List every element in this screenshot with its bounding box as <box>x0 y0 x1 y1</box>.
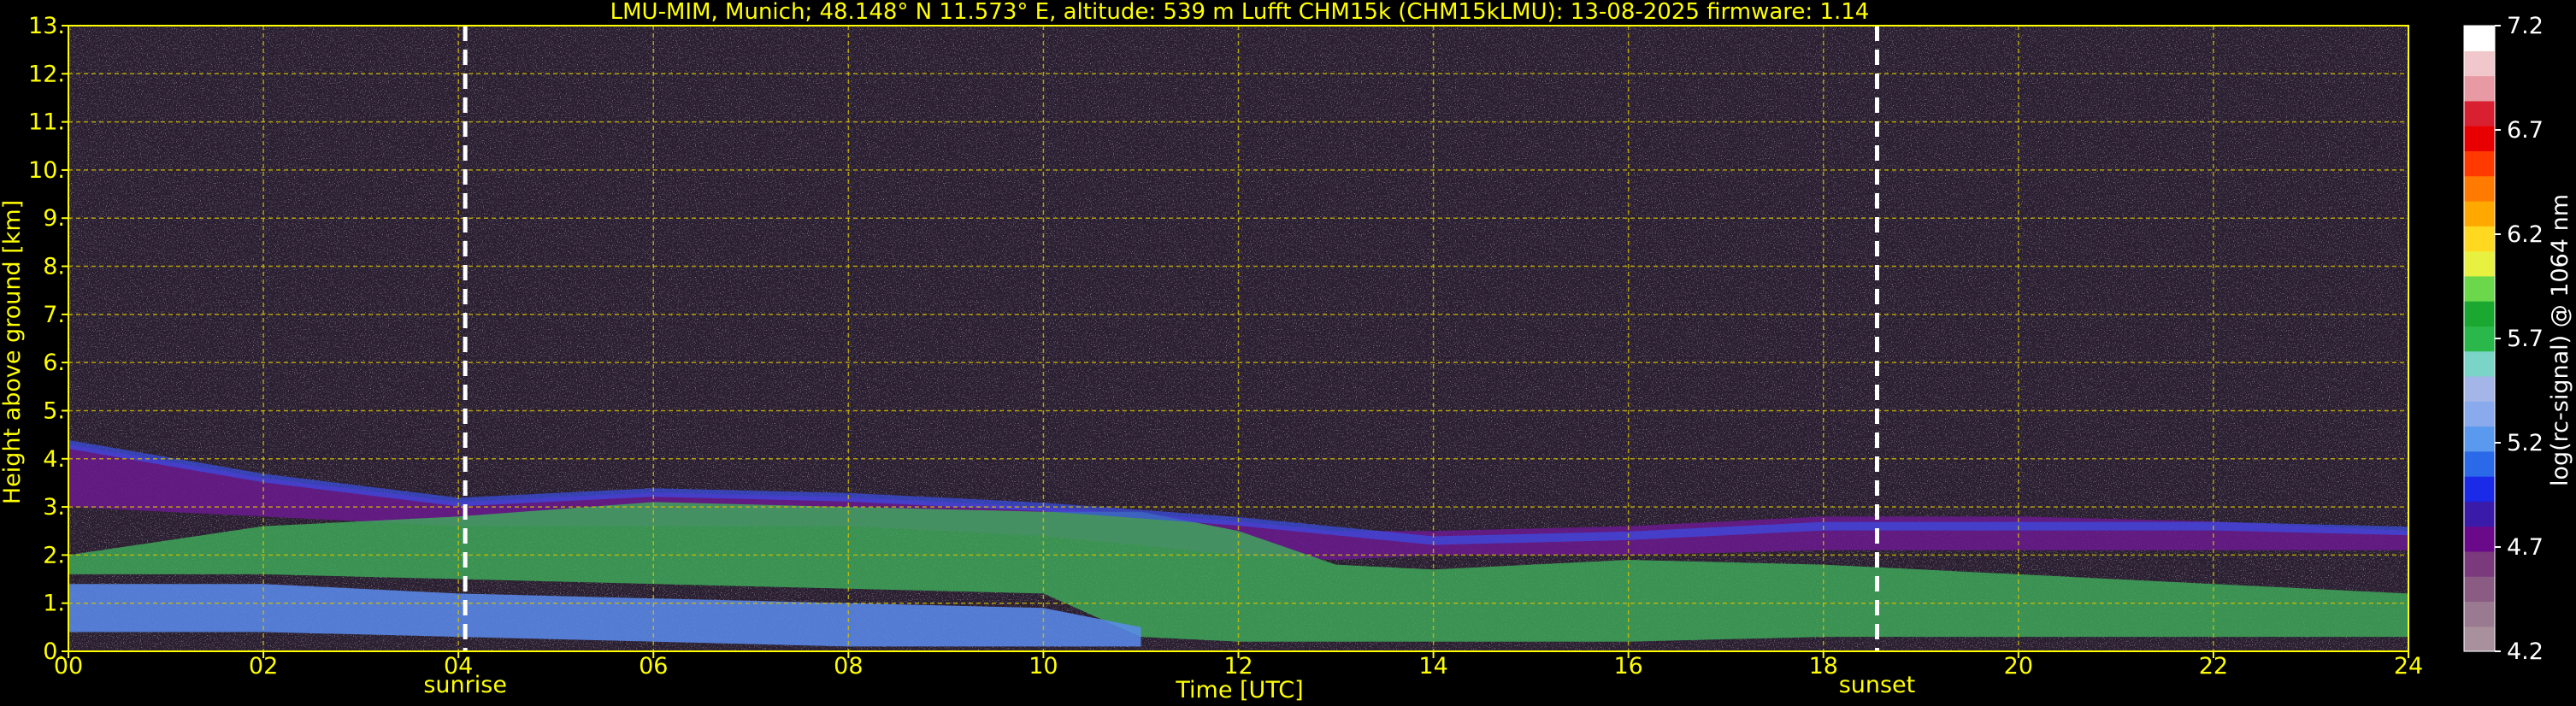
y-tick-label: 1. <box>43 591 65 617</box>
colorbar-tick-label: 5.2 <box>2507 430 2544 456</box>
y-tick-label: 7. <box>43 302 65 328</box>
colorbar: 4.2 4.7 5.2 5.7 6.2 6.7 7.2 <box>2463 13 2544 665</box>
y-tick-label: 2. <box>43 542 65 568</box>
colorbar-tick-label: 6.7 <box>2507 117 2544 144</box>
chart-title: LMU-MIM, Munich; 48.148° N 11.573° E, al… <box>610 0 1870 25</box>
y-tick-label: 3. <box>43 494 65 521</box>
colorbar-label: log(rc-signal) @ 1064 nm <box>2547 194 2573 486</box>
colorbar-segment <box>2464 375 2495 402</box>
colorbar-segment <box>2464 275 2495 302</box>
x-tick-label: 20 <box>2004 653 2033 680</box>
colorbar-segment <box>2464 550 2495 577</box>
ceilometer-chart: sunrise sunset 00 02 04 06 08 10 12 14 16 18 20 22 24… <box>0 0 2573 703</box>
colorbar-tick-label: 6.2 <box>2507 221 2544 248</box>
y-tick-label: 8. <box>43 254 65 280</box>
colorbar-segment <box>2464 226 2495 252</box>
y-tick-label: 0. <box>43 638 65 665</box>
colorbar-tick-label: 5.7 <box>2507 326 2544 352</box>
x-axis-label: Time [UTC] <box>1175 677 1303 703</box>
y-tick-label: 12. <box>28 61 65 87</box>
colorbar-tick-label: 4.2 <box>2507 638 2544 665</box>
y-tick-label: 11. <box>28 109 65 136</box>
y-tick-label: 13. <box>28 13 65 39</box>
colorbar-segment <box>2464 426 2495 452</box>
colorbar-segment <box>2464 75 2495 102</box>
y-tick-label: 10. <box>28 157 65 184</box>
colorbar-segment <box>2464 350 2495 377</box>
y-tick-label: 4. <box>43 446 65 473</box>
colorbar-segment <box>2464 301 2495 327</box>
x-tick-label: 18 <box>1809 653 1838 680</box>
x-tick-label: 10 <box>1029 653 1058 680</box>
colorbar-segment <box>2464 501 2495 527</box>
colorbar-segment <box>2464 626 2495 652</box>
x-tick-label: 02 <box>249 653 278 680</box>
x-tick-label: 14 <box>1418 653 1447 680</box>
colorbar-segment <box>2464 326 2495 352</box>
colorbar-segment <box>2464 50 2495 77</box>
colorbar-segment <box>2464 401 2495 427</box>
colorbar-tick-label: 4.7 <box>2507 534 2544 561</box>
colorbar-segment <box>2464 175 2495 202</box>
colorbar-segment <box>2464 126 2495 151</box>
colorbar-segment <box>2464 150 2495 177</box>
x-tick-label: 22 <box>2199 653 2228 680</box>
x-tick-label: 24 <box>2394 653 2423 680</box>
colorbar-segment <box>2464 250 2495 277</box>
colorbar-segment <box>2464 476 2495 502</box>
y-tick-label: 9. <box>43 205 65 232</box>
x-tick-label: 16 <box>1613 653 1642 680</box>
colorbar-segment <box>2464 576 2495 603</box>
colorbar-segment <box>2464 26 2495 51</box>
y-tick-label: 5. <box>43 397 65 424</box>
colorbar-segment <box>2464 526 2495 552</box>
colorbar-segment <box>2464 200 2495 227</box>
sunset-label: sunset <box>1839 672 1916 698</box>
y-axis-label: Height above ground [km] <box>0 200 26 504</box>
x-tick-label: 04 <box>444 653 473 680</box>
x-tick-label: 12 <box>1223 653 1253 680</box>
colorbar-segment <box>2464 450 2495 477</box>
y-tick-label: 6. <box>43 350 65 376</box>
x-tick-label: 06 <box>639 653 668 680</box>
colorbar-segment <box>2464 601 2495 627</box>
colorbar-tick-label: 7.2 <box>2507 13 2544 39</box>
x-tick-label: 08 <box>834 653 863 680</box>
colorbar-segment <box>2464 100 2495 126</box>
